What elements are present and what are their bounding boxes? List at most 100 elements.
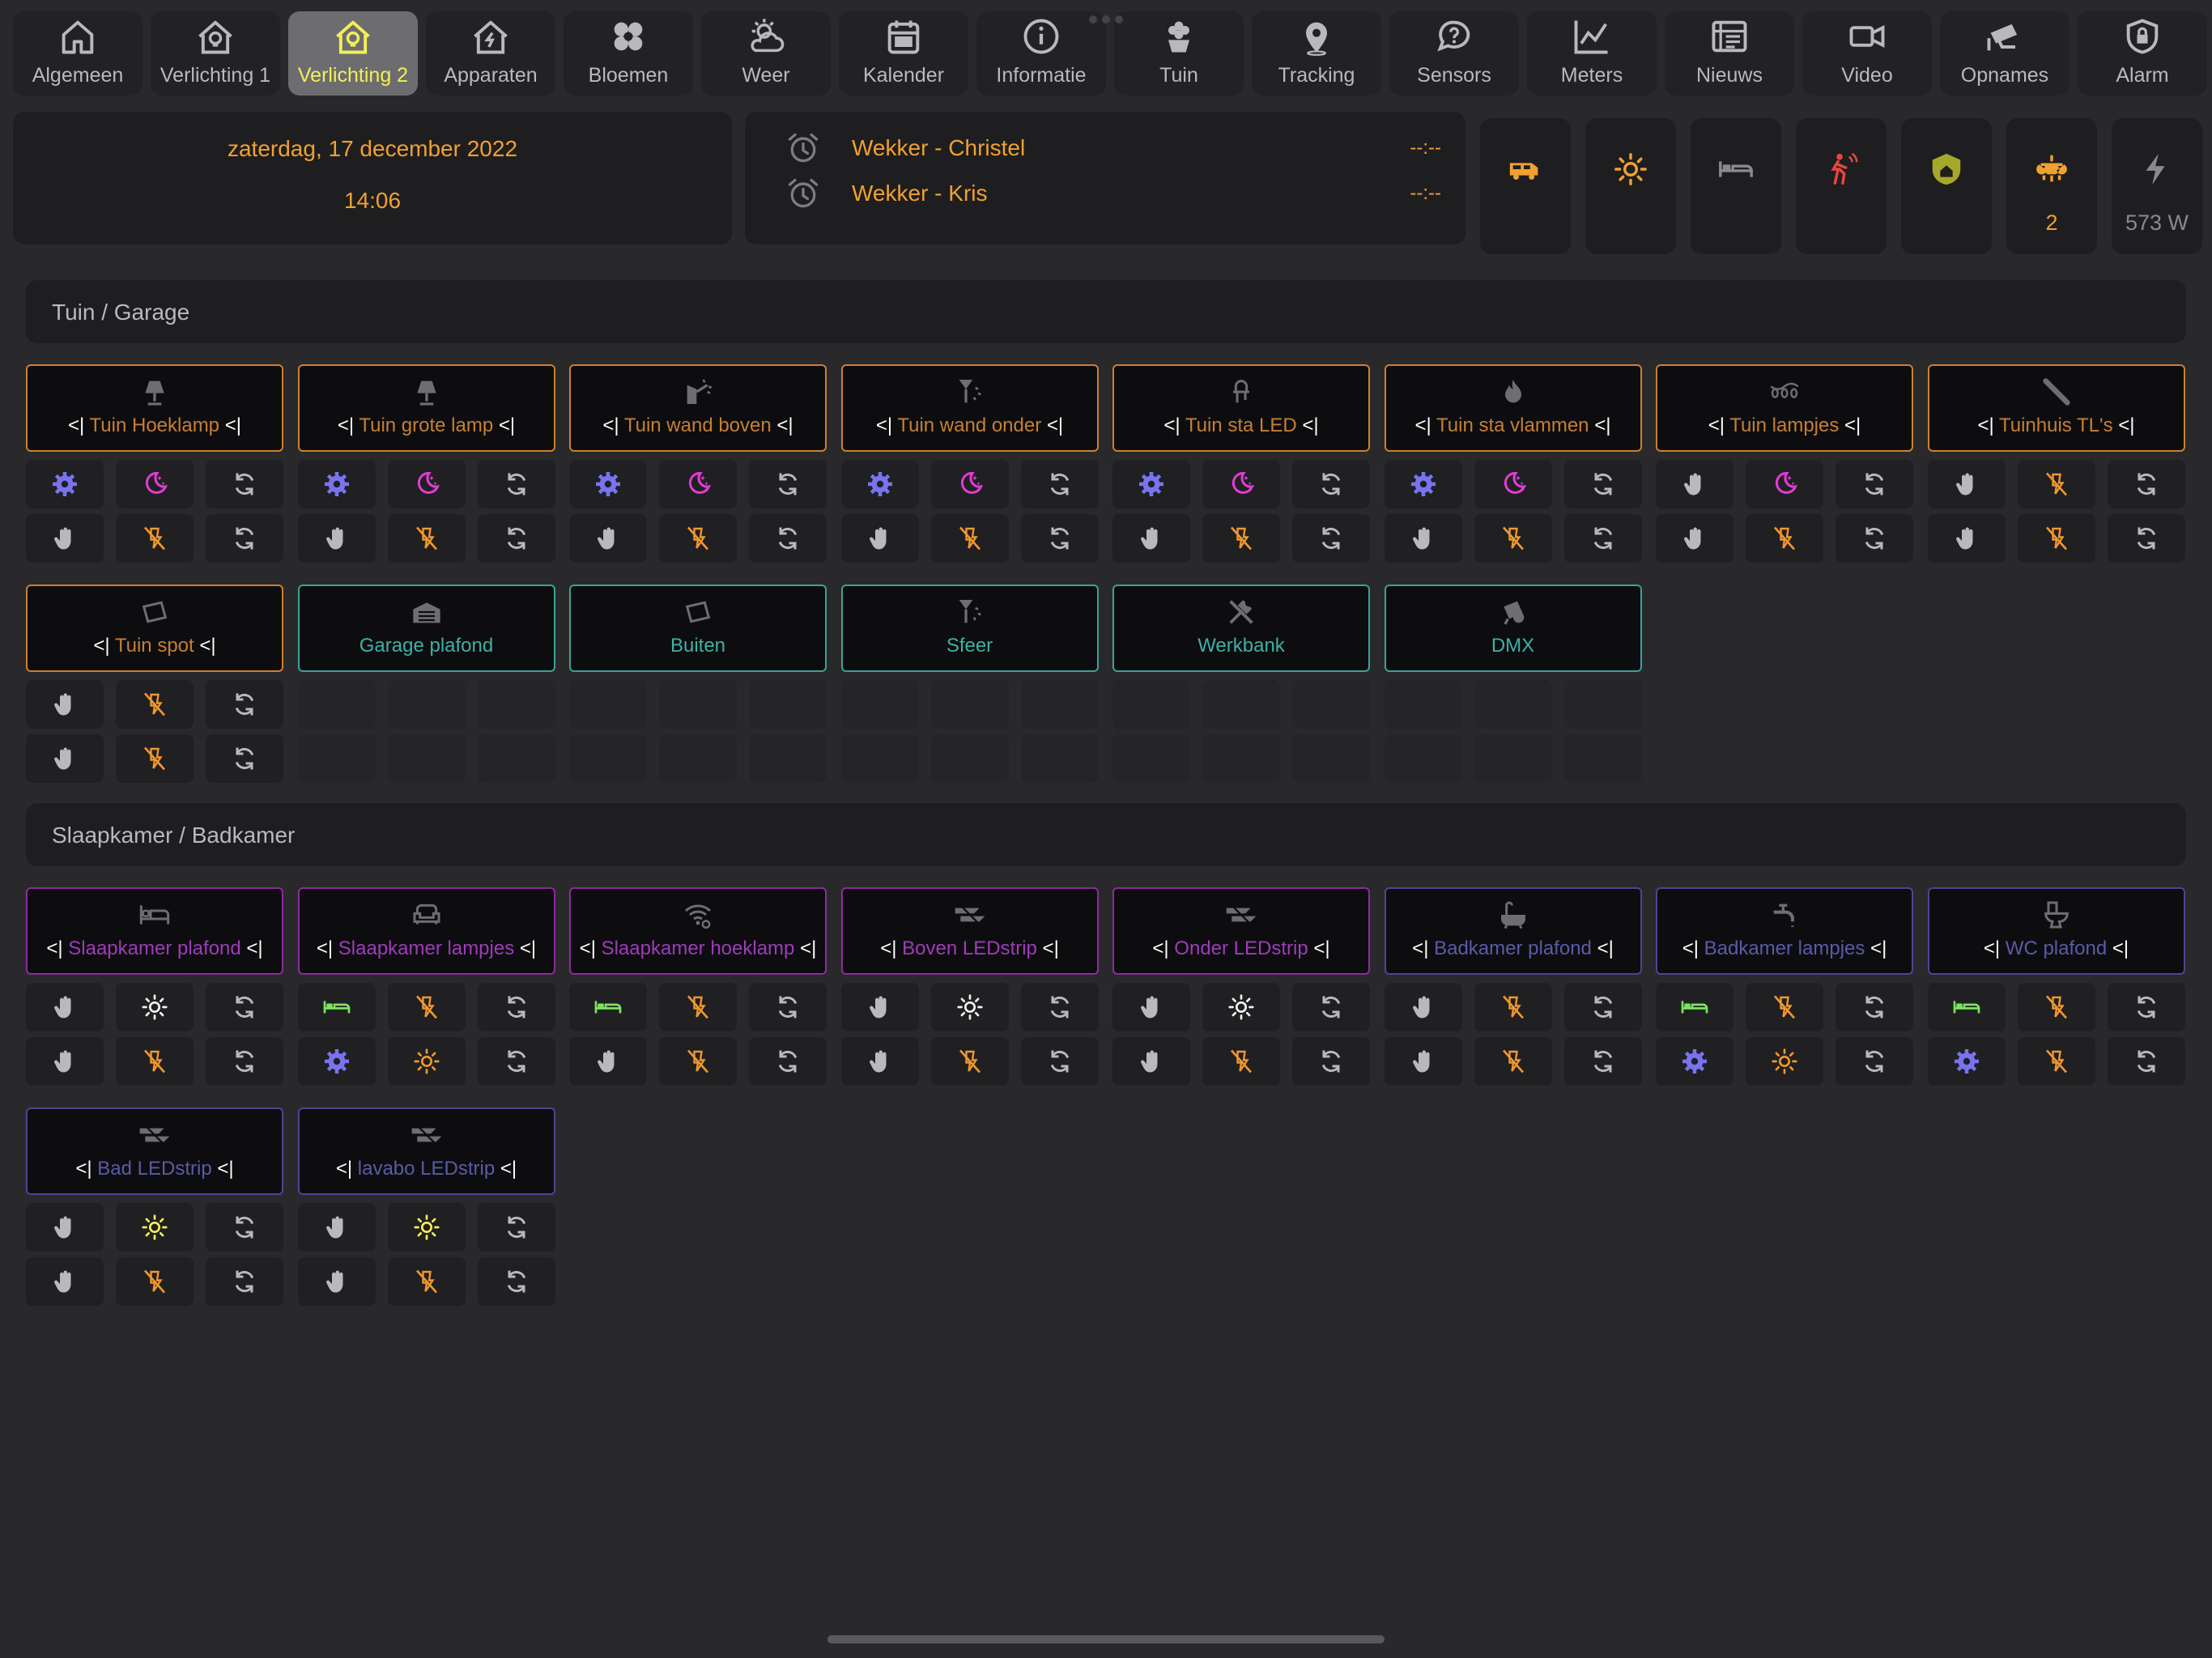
light-tile-tuin-sta-led[interactable]: <| Tuin sta LED <|: [1112, 364, 1370, 452]
sync-button[interactable]: [477, 460, 555, 508]
sun-button[interactable]: [1746, 1037, 1823, 1086]
status-lightning[interactable]: 573 W: [2112, 118, 2202, 254]
tab-verlichting-2[interactable]: Verlichting 2: [288, 11, 418, 96]
sync-button[interactable]: [1563, 514, 1642, 563]
hand-button[interactable]: [1384, 983, 1462, 1031]
light-tile-tuin-lampjes[interactable]: <| Tuin lampjes <|: [1656, 364, 1913, 452]
light-off-button[interactable]: [659, 514, 737, 563]
hand-button[interactable]: [1112, 1037, 1190, 1086]
sync-button[interactable]: [1020, 1037, 1099, 1086]
hand-button[interactable]: [1112, 983, 1190, 1031]
light-off-button[interactable]: [116, 734, 194, 783]
cog-button[interactable]: [26, 460, 104, 508]
tab-kalender[interactable]: Kalender: [839, 11, 968, 96]
sync-button[interactable]: [2107, 460, 2185, 508]
sync-button[interactable]: [1836, 514, 1913, 563]
light-off-button[interactable]: [659, 1037, 737, 1086]
light-off-button[interactable]: [2017, 514, 2095, 563]
tab-bloemen[interactable]: Bloemen: [564, 11, 693, 96]
light-off-button[interactable]: [659, 983, 737, 1031]
bed-button[interactable]: [569, 983, 647, 1031]
light-off-button[interactable]: [1474, 514, 1552, 563]
sync-button[interactable]: [206, 983, 283, 1031]
sync-button[interactable]: [206, 680, 283, 729]
tab-apparaten[interactable]: Apparaten: [426, 11, 555, 96]
light-off-button[interactable]: [387, 514, 466, 563]
sync-button[interactable]: [2107, 514, 2185, 563]
light-tile-wc-plafond[interactable]: <| WC plafond <|: [1927, 887, 2185, 975]
light-off-button[interactable]: [2017, 460, 2095, 508]
tab-weer[interactable]: Weer: [701, 11, 831, 96]
light-off-button[interactable]: [116, 1037, 194, 1086]
light-tile-bad-ledstrip[interactable]: <| Bad LEDstrip <|: [26, 1107, 283, 1195]
hand-button[interactable]: [1927, 460, 2006, 508]
hand-button[interactable]: [26, 680, 104, 729]
light-tile-werkbank[interactable]: Werkbank: [1112, 585, 1370, 672]
light-off-button[interactable]: [1202, 1037, 1280, 1086]
light-tile-tuin-wand-onder[interactable]: <| Tuin wand onder <|: [840, 364, 1099, 452]
hand-button[interactable]: [26, 1257, 104, 1306]
sync-button[interactable]: [477, 1037, 555, 1086]
sync-button[interactable]: [206, 514, 283, 563]
sync-button[interactable]: [206, 1257, 283, 1306]
hand-button[interactable]: [1384, 1037, 1462, 1086]
moon-button[interactable]: [1746, 460, 1823, 508]
sync-button[interactable]: [477, 1203, 555, 1252]
sun-button[interactable]: [387, 1203, 466, 1252]
hand-button[interactable]: [297, 1203, 376, 1252]
light-tile-lavabo-ledstrip[interactable]: <| lavabo LEDstrip <|: [297, 1107, 555, 1195]
sync-button[interactable]: [206, 1203, 283, 1252]
sync-button[interactable]: [1836, 460, 1913, 508]
drag-handle[interactable]: [1089, 15, 1123, 23]
hand-button[interactable]: [26, 1203, 104, 1252]
cog-button[interactable]: [1384, 460, 1462, 508]
sync-button[interactable]: [1563, 983, 1642, 1031]
bed-button[interactable]: [1927, 983, 2006, 1031]
hand-button[interactable]: [1656, 460, 1733, 508]
tab-alarm[interactable]: Alarm: [2078, 11, 2207, 96]
cog-button[interactable]: [1656, 1037, 1733, 1086]
tab-algemeen[interactable]: Algemeen: [13, 11, 143, 96]
sync-button[interactable]: [2107, 983, 2185, 1031]
moon-button[interactable]: [1474, 460, 1552, 508]
light-tile-slaapkamer-hoeklamp[interactable]: <| Slaapkamer hoeklamp <|: [569, 887, 827, 975]
light-off-button[interactable]: [387, 1257, 466, 1306]
tab-tracking[interactable]: Tracking: [1252, 11, 1381, 96]
status-motion-person[interactable]: [1796, 118, 1887, 254]
tab-sensors[interactable]: Sensors: [1389, 11, 1519, 96]
light-tile-badkamer-lampjes[interactable]: <| Badkamer lampjes <|: [1656, 887, 1913, 975]
hand-button[interactable]: [1927, 514, 2006, 563]
sync-button[interactable]: [749, 460, 827, 508]
light-off-button[interactable]: [116, 1257, 194, 1306]
alarm-row[interactable]: Wekker - Christel --:--: [785, 128, 1441, 168]
sync-button[interactable]: [1020, 460, 1099, 508]
light-off-button[interactable]: [930, 1037, 1009, 1086]
status-shield-home[interactable]: [1901, 118, 1992, 254]
light-off-button[interactable]: [116, 680, 194, 729]
hand-button[interactable]: [26, 983, 104, 1031]
hand-button[interactable]: [297, 1257, 376, 1306]
home-indicator[interactable]: [827, 1635, 1385, 1643]
bed-button[interactable]: [1656, 983, 1733, 1031]
light-tile-tuinhuis-tl-s[interactable]: <| Tuinhuis TL's <|: [1927, 364, 2185, 452]
sync-button[interactable]: [1292, 514, 1370, 563]
sync-button[interactable]: [1836, 1037, 1913, 1086]
sync-button[interactable]: [1020, 514, 1099, 563]
light-off-button[interactable]: [2017, 983, 2095, 1031]
light-off-button[interactable]: [1746, 514, 1823, 563]
sun-button[interactable]: [387, 1037, 466, 1086]
hand-button[interactable]: [26, 734, 104, 783]
sync-button[interactable]: [206, 460, 283, 508]
light-tile-garage-plafond[interactable]: Garage plafond: [297, 585, 555, 672]
status-chandelier[interactable]: 2: [2006, 118, 2097, 254]
tab-verlichting-1[interactable]: Verlichting 1: [151, 11, 280, 96]
moon-button[interactable]: [930, 460, 1009, 508]
sun-button[interactable]: [116, 1203, 194, 1252]
cog-button[interactable]: [1927, 1037, 2006, 1086]
light-tile-buiten[interactable]: Buiten: [569, 585, 827, 672]
tab-opnames[interactable]: Opnames: [1940, 11, 2069, 96]
hand-button[interactable]: [1112, 514, 1190, 563]
tab-meters[interactable]: Meters: [1527, 11, 1657, 96]
sync-button[interactable]: [2107, 1037, 2185, 1086]
status-bed[interactable]: [1691, 118, 1781, 254]
